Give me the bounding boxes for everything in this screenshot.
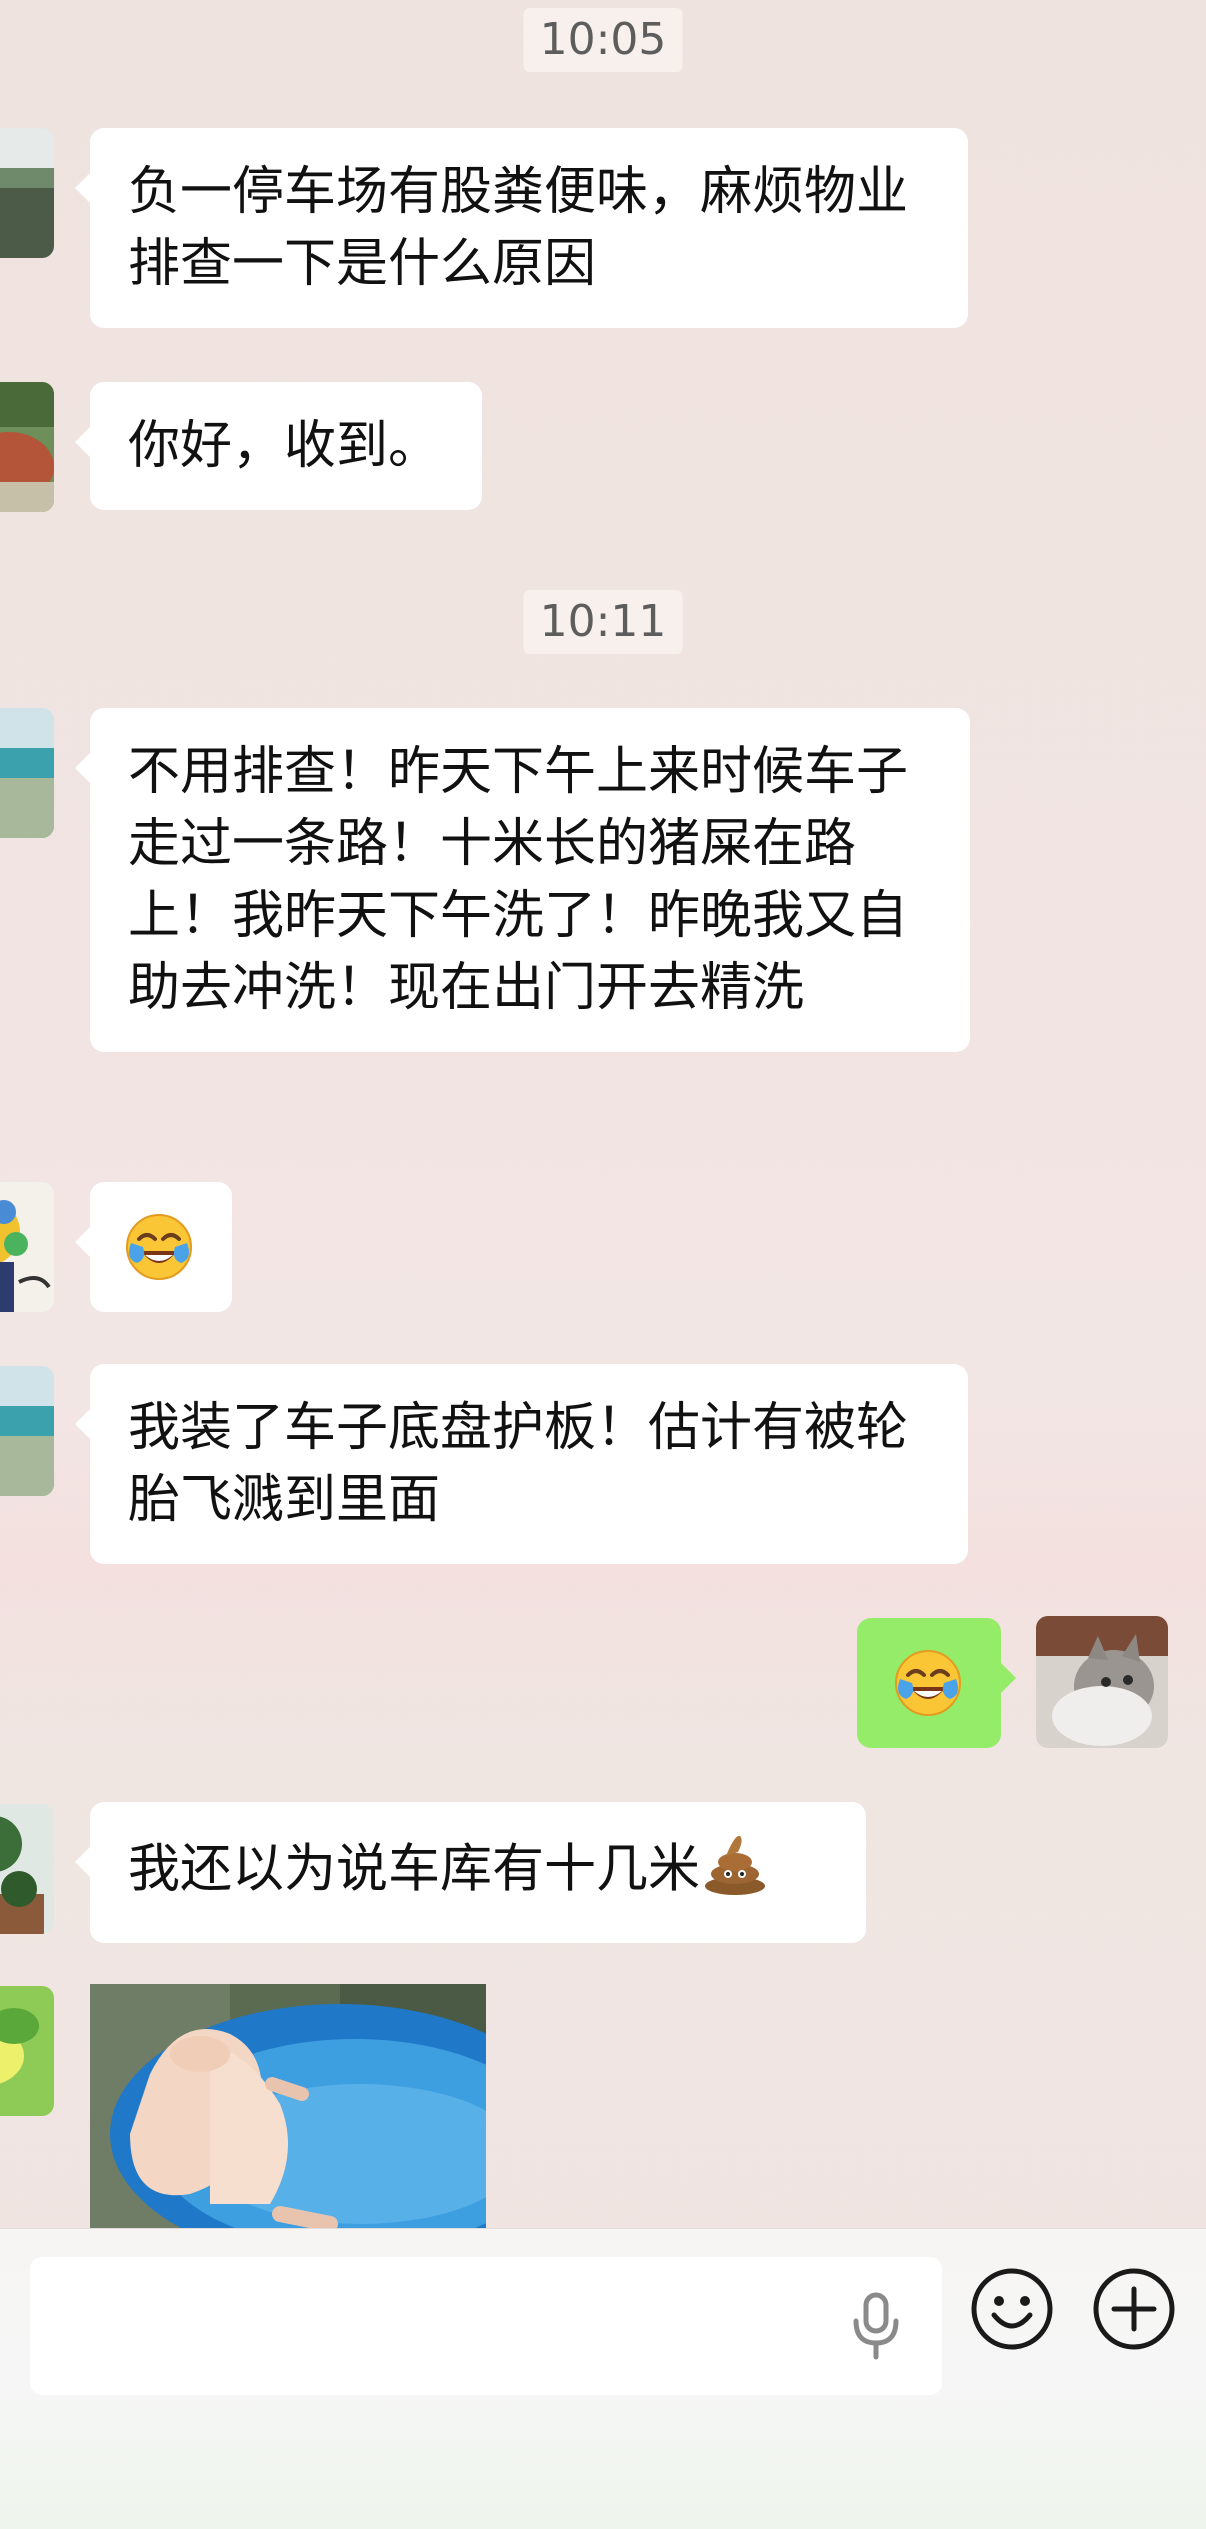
avatar[interactable] [0, 382, 54, 512]
avatar[interactable] [0, 1182, 54, 1312]
my-avatar[interactable] [1036, 1616, 1168, 1748]
message-bubble[interactable]: 负一停车场有股粪便味，麻烦物业排查一下是什么原因 [75, 128, 968, 328]
avatar[interactable] [0, 708, 54, 838]
message-bubble[interactable]: 你好，收到。 [75, 382, 482, 510]
message-bubble[interactable] [75, 1182, 232, 1312]
plus-icon[interactable] [1092, 2267, 1176, 2351]
message-text: 我装了车子底盘护板！估计有被轮胎飞溅到里面 [128, 1398, 909, 1530]
message-text: 你好，收到。 [128, 416, 441, 476]
input-bar [0, 2228, 1206, 2529]
avatar[interactable] [0, 1804, 54, 1934]
message-text: 不用排查！昨天下午上来时候车子走过一条路！十米长的猪屎在路上！我昨天下午洗了！昨… [128, 742, 909, 1018]
avatar[interactable] [0, 1366, 54, 1496]
timestamp: 10:11 [523, 590, 683, 654]
face-with-tears-of-joy-icon [894, 1649, 962, 1736]
sent-message-bubble[interactable] [857, 1618, 1016, 1748]
message-text: 负一停车场有股粪便味，麻烦物业排查一下是什么原因 [128, 162, 909, 294]
pig-in-water-tub-photo[interactable] [90, 1984, 486, 2228]
pile-of-poo-icon [702, 1830, 768, 1915]
microphone-icon[interactable] [848, 2291, 904, 2363]
message-bubble[interactable]: 我装了车子底盘护板！估计有被轮胎飞溅到里面 [75, 1364, 968, 1564]
emoji-icon[interactable] [970, 2267, 1054, 2351]
timestamp: 10:05 [523, 8, 683, 72]
message-input[interactable] [30, 2257, 942, 2395]
message-text: 我还以为说车库有十几米 [128, 1839, 701, 1900]
avatar[interactable] [0, 128, 54, 258]
chat-area[interactable]: 10:05 负一停车场有股粪便味，麻烦物业排查一下是什么原因 你好，收到。 10… [0, 0, 1206, 2228]
message-bubble[interactable]: 不用排查！昨天下午上来时候车子走过一条路！十米长的猪屎在路上！我昨天下午洗了！昨… [75, 708, 970, 1052]
avatar[interactable] [0, 1986, 54, 2116]
face-with-tears-of-joy-icon [125, 1213, 193, 1300]
message-bubble[interactable]: 我还以为说车库有十几米 [75, 1802, 866, 1943]
